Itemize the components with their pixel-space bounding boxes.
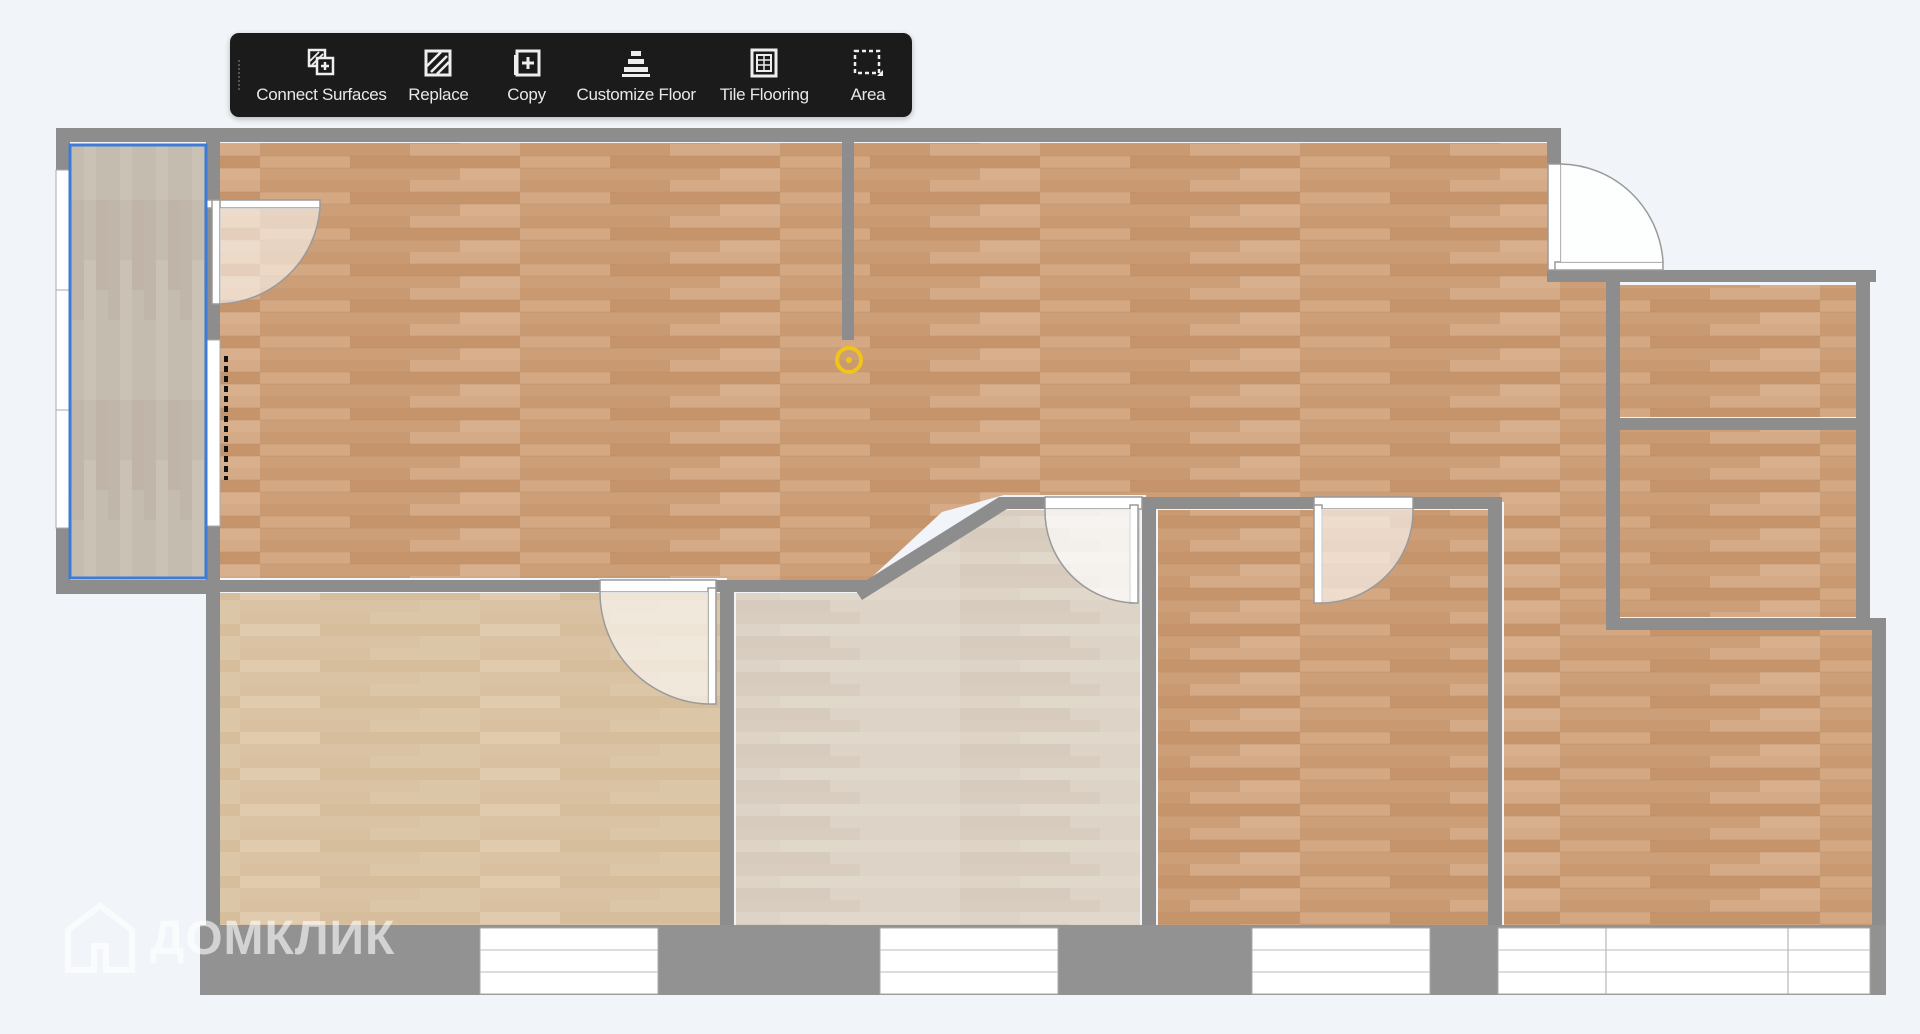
- window-bottom-1: [479, 927, 659, 995]
- closet-1-floor[interactable]: [1620, 285, 1856, 417]
- area-icon: [853, 49, 883, 76]
- floor-toolbar: Connect Surfaces Replace Copy Customize …: [230, 33, 912, 117]
- connect-surfaces-button[interactable]: Connect Surfaces: [251, 33, 391, 117]
- balcony-floor[interactable]: [70, 145, 206, 578]
- replace-icon: [424, 49, 452, 76]
- connect-surfaces-icon: [308, 48, 335, 75]
- watermark-text: ДОМКЛИК: [150, 911, 396, 965]
- connect-surfaces-label: Connect Surfaces: [256, 84, 387, 104]
- closet-2-floor[interactable]: [1620, 429, 1856, 617]
- window-bottom-2: [879, 927, 1059, 995]
- domclick-logo-icon: [65, 902, 135, 973]
- tile-flooring-icon: [750, 48, 778, 77]
- replace-button[interactable]: Replace: [391, 33, 485, 117]
- area-button[interactable]: Area: [824, 33, 912, 117]
- copy-label: Copy: [507, 84, 546, 104]
- window-balcony: [55, 169, 71, 529]
- watermark: ДОМКЛИК: [62, 900, 395, 976]
- copy-button[interactable]: Copy: [485, 33, 567, 117]
- tile-flooring-button[interactable]: Tile Flooring: [705, 33, 824, 117]
- canvas[interactable]: ДОМКЛИК Connect Surfaces Replace Copy Cu…: [0, 0, 1920, 1029]
- window-bottom-3: [1251, 927, 1431, 995]
- tile-flooring-label: Tile Flooring: [719, 84, 809, 104]
- customize-floor-icon: [622, 50, 651, 77]
- door-entrance: [1547, 163, 1664, 271]
- copy-icon: [513, 49, 541, 76]
- customize-floor-button[interactable]: Customize Floor: [568, 33, 705, 117]
- replace-label: Replace: [408, 84, 469, 104]
- area-label: Area: [850, 84, 886, 104]
- window-bottom-4: [1497, 927, 1871, 995]
- customize-floor-label: Customize Floor: [576, 84, 696, 104]
- drag-handle[interactable]: [230, 33, 251, 117]
